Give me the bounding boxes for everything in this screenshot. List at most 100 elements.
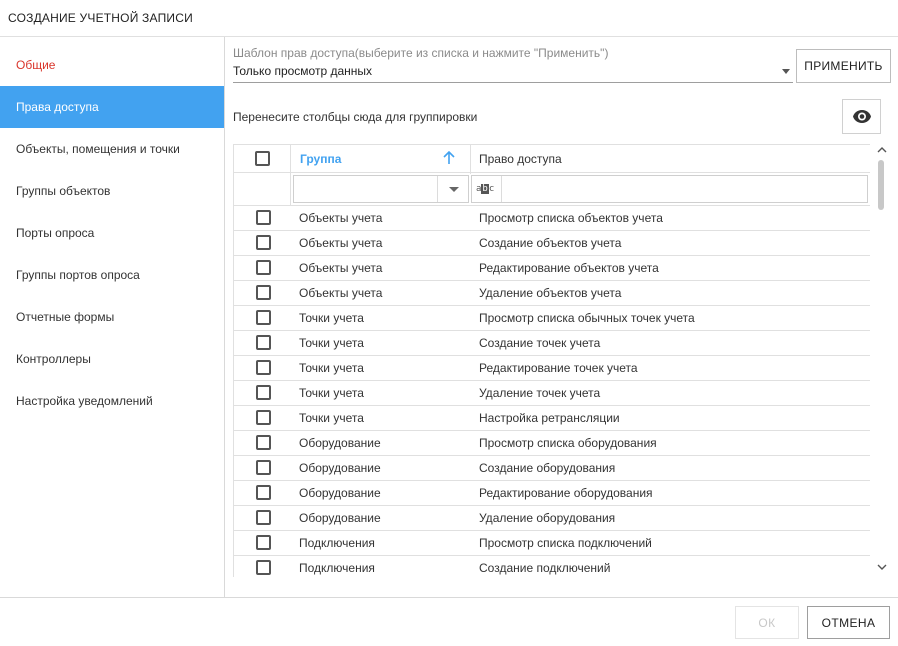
template-select[interactable]: Только просмотр данных (233, 61, 793, 83)
ok-button[interactable]: ОК (735, 606, 799, 639)
table-row[interactable]: Точки учета Удаление точек учета (234, 381, 870, 406)
grid-body: Объекты учета Просмотр списка объектов уч… (234, 206, 870, 577)
vertical-scrollbar[interactable] (873, 144, 890, 577)
row-checkbox[interactable] (256, 385, 271, 400)
template-select-value: Только просмотр данных (233, 64, 373, 78)
table-row[interactable]: Объекты учета Просмотр списка объектов уч… (234, 206, 870, 231)
table-row[interactable]: Объекты учета Редактирование объектов уче… (234, 256, 870, 281)
filter-divider (437, 176, 438, 202)
row-checkbox[interactable] (256, 310, 271, 325)
cell-permission: Создание объектов учета (479, 236, 622, 250)
cancel-button[interactable]: ОТМЕНА (807, 606, 890, 639)
cell-group: Подключения (299, 536, 375, 550)
cell-group: Точки учета (299, 386, 364, 400)
group-filter-select[interactable] (293, 175, 469, 203)
cell-group: Оборудование (299, 511, 381, 525)
cell-permission: Удаление оборудования (479, 511, 616, 525)
cell-permission: Просмотр списка объектов учета (479, 211, 663, 225)
dropdown-arrow-icon[interactable] (782, 69, 790, 74)
permissions-grid: Группа Право доступа abc Объекты учета Пр… (233, 144, 870, 577)
sidebar-item-objects-rooms-points[interactable]: Объекты, помещения и точки (0, 128, 224, 170)
row-checkbox[interactable] (256, 210, 271, 225)
scroll-down-icon[interactable] (877, 563, 887, 571)
cell-permission: Просмотр списка подключений (479, 536, 652, 550)
cell-permission: Редактирование оборудования (479, 486, 653, 500)
cell-group: Оборудование (299, 461, 381, 475)
column-header-permission[interactable]: Право доступа (479, 152, 562, 166)
cell-group: Точки учета (299, 311, 364, 325)
column-divider (290, 145, 291, 174)
table-row[interactable]: Оборудование Удаление оборудования (234, 506, 870, 531)
table-row[interactable]: Точки учета Редактирование точек учета (234, 356, 870, 381)
row-checkbox[interactable] (256, 410, 271, 425)
row-checkbox[interactable] (256, 235, 271, 250)
sidebar: Общие Права доступа Объекты, помещения и… (0, 37, 225, 597)
row-checkbox[interactable] (256, 485, 271, 500)
row-checkbox[interactable] (256, 510, 271, 525)
table-row[interactable]: Оборудование Просмотр списка оборудования (234, 431, 870, 456)
cell-group: Подключения (299, 561, 375, 575)
table-row[interactable]: Объекты учета Создание объектов учета (234, 231, 870, 256)
row-checkbox[interactable] (256, 560, 271, 575)
template-label: Шаблон прав доступа(выберите из списка и… (233, 46, 609, 60)
column-header-group[interactable]: Группа (300, 152, 341, 166)
cell-permission: Просмотр списка обычных точек учета (479, 311, 695, 325)
cell-group: Объекты учета (299, 261, 383, 275)
filter-divider (501, 176, 502, 202)
cell-permission: Редактирование точек учета (479, 361, 638, 375)
column-divider (470, 145, 471, 174)
cell-permission: Создание точек учета (479, 336, 601, 350)
sidebar-item-report-forms[interactable]: Отчетные формы (0, 296, 224, 338)
cell-group: Оборудование (299, 486, 381, 500)
sort-ascending-icon[interactable] (442, 151, 456, 165)
row-checkbox[interactable] (256, 335, 271, 350)
table-row[interactable]: Точки учета Создание точек учета (234, 331, 870, 356)
text-filter-icon-b: b (481, 184, 489, 194)
cell-group: Точки учета (299, 361, 364, 375)
cell-permission: Редактирование объектов учета (479, 261, 659, 275)
permission-filter-input[interactable]: abc (471, 175, 868, 203)
chevron-down-icon[interactable] (449, 187, 459, 192)
table-row[interactable]: Подключения Создание подключений (234, 556, 870, 577)
cell-group: Точки учета (299, 411, 364, 425)
cell-permission: Создание оборудования (479, 461, 616, 475)
scrollbar-thumb[interactable] (878, 160, 884, 210)
table-row[interactable]: Подключения Просмотр списка подключений (234, 531, 870, 556)
eye-icon (853, 110, 871, 123)
sidebar-item-polling-port-groups[interactable]: Группы портов опроса (0, 254, 224, 296)
sidebar-item-general[interactable]: Общие (0, 44, 224, 86)
column-visibility-button[interactable] (842, 99, 881, 134)
table-row[interactable]: Объекты учета Удаление объектов учета (234, 281, 870, 306)
column-divider (290, 173, 291, 206)
dialog-header: СОЗДАНИЕ УЧЕТНОЙ ЗАПИСИ (0, 0, 898, 37)
table-row[interactable]: Точки учета Просмотр списка обычных точек… (234, 306, 870, 331)
cell-group: Объекты учета (299, 211, 383, 225)
sidebar-item-object-groups[interactable]: Группы объектов (0, 170, 224, 212)
scroll-up-icon[interactable] (877, 146, 887, 154)
cell-permission: Просмотр списка оборудования (479, 436, 657, 450)
text-filter-icon[interactable]: abc (476, 182, 498, 197)
cell-group: Объекты учета (299, 236, 383, 250)
cell-permission: Настройка ретрансляции (479, 411, 620, 425)
grid-header: Группа Право доступа (234, 144, 870, 174)
apply-button[interactable]: ПРИМЕНИТЬ (796, 49, 891, 83)
row-checkbox[interactable] (256, 360, 271, 375)
sidebar-item-notification-settings[interactable]: Настройка уведомлений (0, 380, 224, 422)
row-checkbox[interactable] (256, 285, 271, 300)
row-checkbox[interactable] (256, 535, 271, 550)
select-all-checkbox[interactable] (255, 151, 270, 166)
cell-group: Оборудование (299, 436, 381, 450)
sidebar-item-polling-ports[interactable]: Порты опроса (0, 212, 224, 254)
table-row[interactable]: Оборудование Создание оборудования (234, 456, 870, 481)
cell-permission: Удаление точек учета (479, 386, 601, 400)
cell-permission: Создание подключений (479, 561, 611, 575)
table-row[interactable]: Точки учета Настройка ретрансляции (234, 406, 870, 431)
dialog-title: СОЗДАНИЕ УЧЕТНОЙ ЗАПИСИ (8, 11, 193, 25)
row-checkbox[interactable] (256, 435, 271, 450)
sidebar-item-access-rights[interactable]: Права доступа (0, 86, 224, 128)
row-checkbox[interactable] (256, 460, 271, 475)
sidebar-item-controllers[interactable]: Контроллеры (0, 338, 224, 380)
table-row[interactable]: Оборудование Редактирование оборудования (234, 481, 870, 506)
grouping-drop-zone[interactable]: Перенесите столбцы сюда для группировки (233, 110, 477, 124)
row-checkbox[interactable] (256, 260, 271, 275)
